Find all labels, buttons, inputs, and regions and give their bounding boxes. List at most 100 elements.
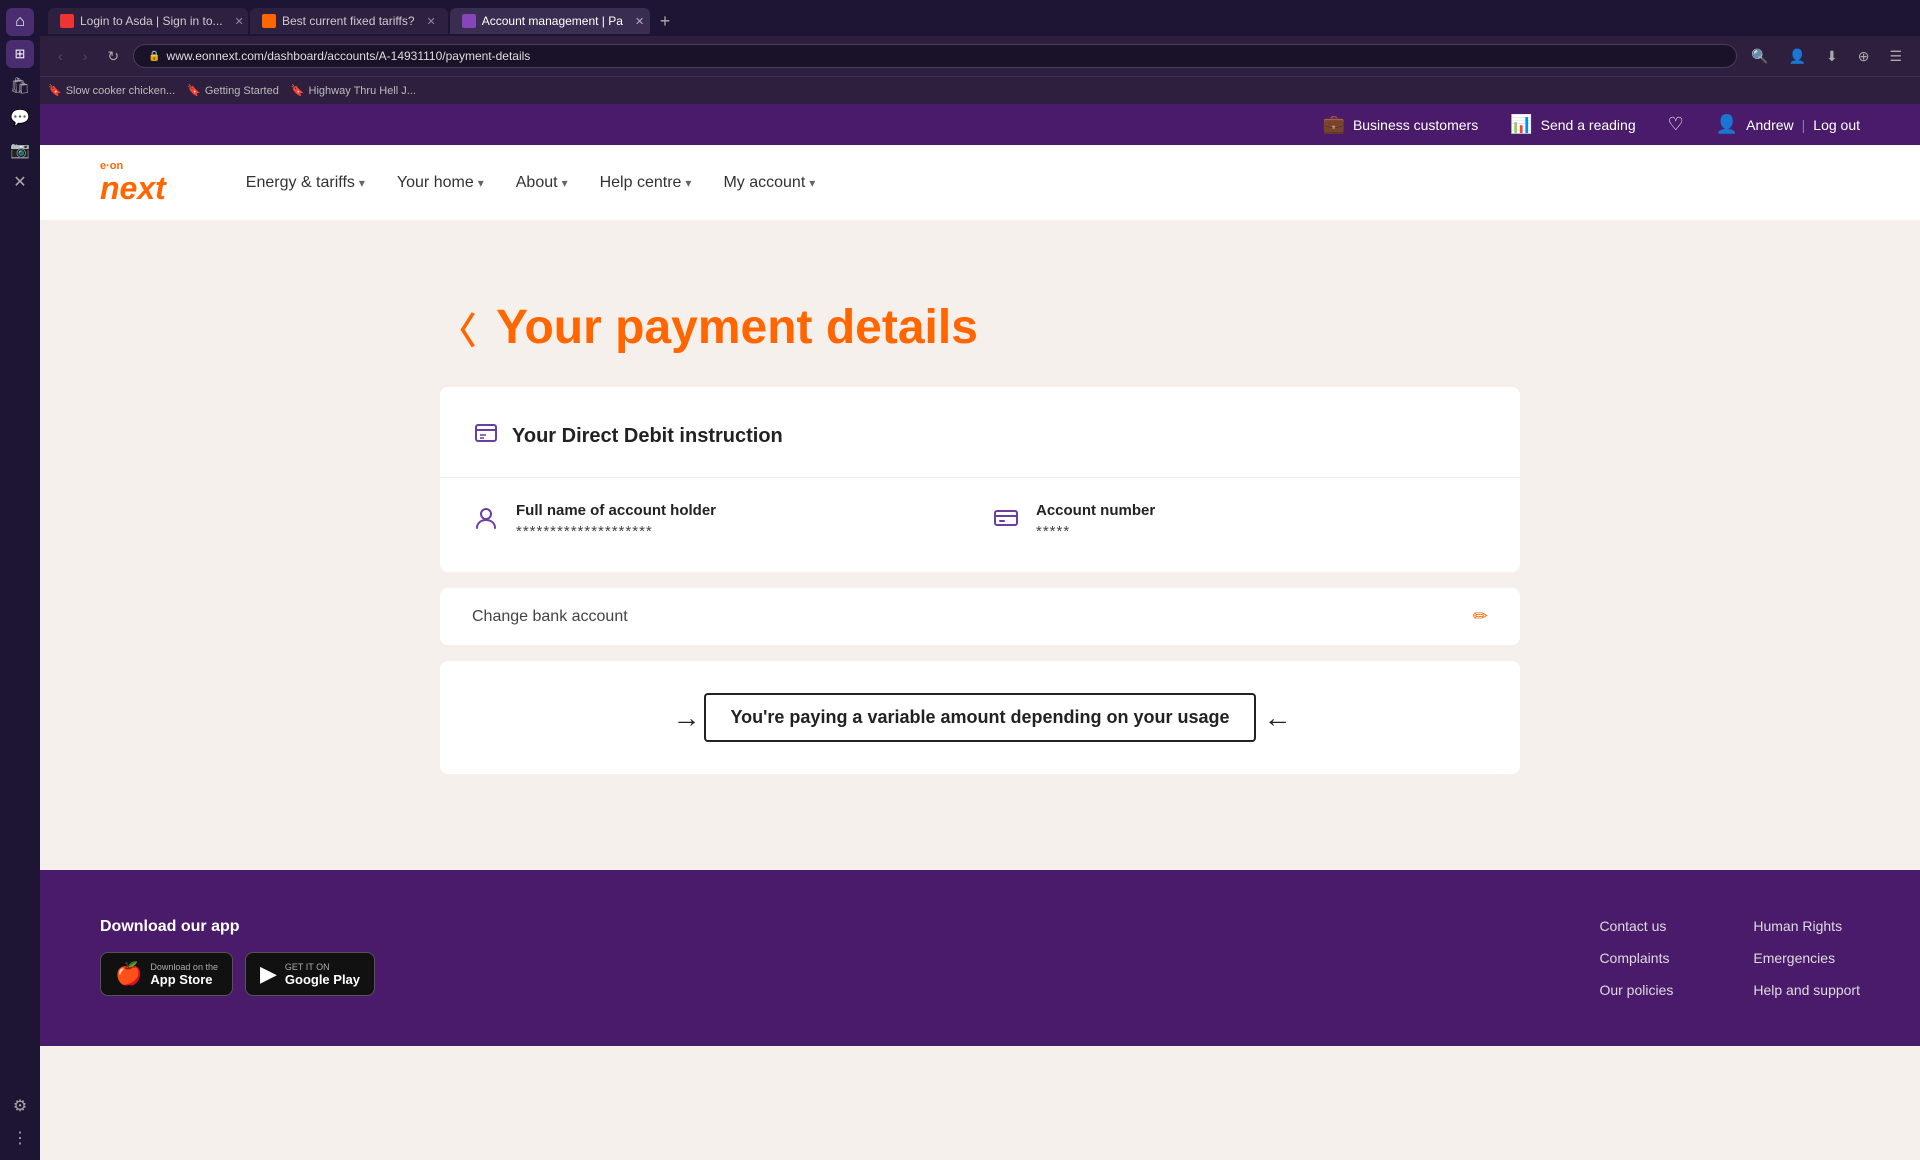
download-button[interactable]: ⬇ [1820, 44, 1844, 69]
page-title: Your payment details [496, 300, 978, 355]
bookmark-label: Highway Thru Hell J... [309, 85, 416, 97]
bookmark-icon: 🔖 [187, 84, 201, 97]
briefcase-icon: 💼 [1323, 114, 1345, 135]
sidebar-settings-icon[interactable]: ⚙ [6, 1092, 34, 1120]
sidebar-more-icon[interactable]: ⋮ [6, 1124, 34, 1152]
nav-my-account[interactable]: My account ▾ [723, 174, 815, 192]
reload-button[interactable]: ↻ [101, 44, 125, 69]
heart-icon: ♡ [1668, 114, 1684, 135]
browser-sidebar: ⌂ ⊞ 🛍 💬 📷 ✕ ⚙ ⋮ [0, 0, 40, 1160]
tab-label: Account management | Pa [482, 14, 623, 28]
browser-chrome: Login to Asda | Sign in to... ✕ Best cur… [40, 0, 1920, 104]
footer-col-2: Human Rights Emergencies Help and suppor… [1753, 918, 1860, 998]
back-button[interactable]: 〈 [440, 302, 476, 354]
business-customers-link[interactable]: 💼 Business customers [1323, 114, 1479, 135]
app-store-label: Download on the [150, 962, 218, 972]
sidebar-instagram-icon[interactable]: 📷 [6, 136, 34, 164]
sidebar-home-icon[interactable]: ⌂ [6, 8, 34, 36]
footer-emergencies-link[interactable]: Emergencies [1753, 950, 1860, 966]
google-play-button[interactable]: ▶ GET IT ON Google Play [245, 952, 375, 996]
arrow-left-icon: → [672, 702, 696, 734]
nav-energy-tariffs[interactable]: Energy & tariffs ▾ [246, 174, 365, 192]
nav-help-label: Help centre [600, 174, 682, 192]
footer: Download our app 🍎 Download on the App S… [40, 870, 1920, 1046]
tab-asda[interactable]: Login to Asda | Sign in to... ✕ [48, 8, 248, 34]
address-bar[interactable]: 🔒 www.eonnext.com/dashboard/accounts/A-1… [133, 44, 1737, 68]
user-name: Andrew [1746, 117, 1793, 133]
app-store-name: App Store [150, 972, 218, 987]
variable-payment-text: You're paying a variable amount dependin… [730, 707, 1229, 727]
extensions-button[interactable]: ⊕ [1852, 44, 1876, 69]
footer-col-1: Contact us Complaints Our policies [1599, 918, 1673, 998]
chevron-down-icon: ▾ [809, 176, 815, 190]
account-holder-label: Full name of account holder [516, 502, 716, 519]
footer-complaints-link[interactable]: Complaints [1599, 950, 1673, 966]
bookmark-slow-cooker[interactable]: 🔖 Slow cooker chicken... [48, 84, 175, 97]
nav-about[interactable]: About ▾ [516, 174, 568, 192]
new-tab-button[interactable]: + [652, 11, 679, 32]
forward-button[interactable]: › [77, 44, 94, 68]
heart-link[interactable]: ♡ [1668, 114, 1684, 135]
tab-account[interactable]: Account management | Pa ✕ [450, 8, 650, 34]
tab-favicon [462, 14, 476, 28]
sidebar-messenger-icon[interactable]: 💬 [6, 104, 34, 132]
tab-favicon [60, 14, 74, 28]
card-icon [992, 504, 1020, 538]
download-app-title: Download our app [100, 918, 375, 936]
google-play-label: GET IT ON [285, 962, 360, 972]
tab-close-icon[interactable]: ✕ [235, 15, 244, 28]
apple-icon: 🍎 [115, 961, 142, 987]
account-number-value: ***** [1036, 523, 1155, 540]
account-holder-item: Full name of account holder ************… [472, 502, 968, 540]
profile-button[interactable]: 👤 [1783, 44, 1812, 69]
sidebar-shop-icon[interactable]: 🛍 [6, 72, 34, 100]
search-button[interactable]: 🔍 [1745, 44, 1774, 69]
chevron-down-icon: ▾ [359, 176, 365, 190]
account-holder-value: ******************** [516, 523, 716, 540]
tab-close-icon[interactable]: ✕ [427, 15, 436, 28]
app-buttons: 🍎 Download on the App Store ▶ GET IT ON … [100, 952, 375, 996]
page-header: 〈 Your payment details [440, 300, 1520, 355]
card-title: Your Direct Debit instruction [472, 419, 1488, 453]
eon-next-logo[interactable]: e·on next [100, 161, 166, 204]
user-icon: 👤 [1716, 114, 1738, 135]
tab-tariffs[interactable]: Best current fixed tariffs? ✕ [250, 8, 448, 34]
send-reading-link[interactable]: 📊 Send a reading [1510, 114, 1635, 135]
nav-help-centre[interactable]: Help centre ▾ [600, 174, 692, 192]
bookmark-getting-started[interactable]: 🔖 Getting Started [187, 84, 279, 97]
nav-about-label: About [516, 174, 558, 192]
footer-help-support-link[interactable]: Help and support [1753, 982, 1860, 998]
app-store-button[interactable]: 🍎 Download on the App Store [100, 952, 233, 996]
bookmark-label: Slow cooker chicken... [66, 85, 175, 97]
menu-button[interactable]: ☰ [1883, 44, 1908, 69]
footer-contact-link[interactable]: Contact us [1599, 918, 1673, 934]
tab-label: Login to Asda | Sign in to... [80, 14, 223, 28]
meter-icon: 📊 [1510, 114, 1532, 135]
direct-debit-title: Your Direct Debit instruction [512, 425, 783, 448]
footer-policies-link[interactable]: Our policies [1599, 982, 1673, 998]
user-menu[interactable]: 👤 Andrew | Log out [1716, 114, 1860, 135]
send-reading-label: Send a reading [1541, 117, 1636, 133]
log-out-link[interactable]: Log out [1813, 117, 1860, 133]
chevron-down-icon: ▾ [685, 176, 691, 190]
variable-payment-card: → You're paying a variable amount depend… [440, 661, 1520, 774]
footer-human-rights-link[interactable]: Human Rights [1753, 918, 1860, 934]
nav-menu: Energy & tariffs ▾ Your home ▾ About ▾ H… [246, 174, 816, 192]
browser-tab-bar: Login to Asda | Sign in to... ✕ Best cur… [40, 0, 1920, 36]
tab-close-icon[interactable]: ✕ [635, 15, 644, 28]
sidebar-x-icon[interactable]: ✕ [6, 168, 34, 196]
bookmarks-bar: 🔖 Slow cooker chicken... 🔖 Getting Start… [40, 76, 1920, 104]
back-button[interactable]: ‹ [52, 44, 69, 68]
change-bank-account-row[interactable]: Change bank account ✏ [440, 588, 1520, 645]
chevron-down-icon: ▾ [478, 176, 484, 190]
sidebar-apps-icon[interactable]: ⊞ [6, 40, 34, 68]
business-customers-label: Business customers [1353, 117, 1478, 133]
logo-next-text: next [100, 172, 166, 204]
browser-nav-bar: ‹ › ↻ 🔒 www.eonnext.com/dashboard/accoun… [40, 36, 1920, 76]
utility-bar: 💼 Business customers 📊 Send a reading ♡ … [40, 104, 1920, 145]
nav-your-home[interactable]: Your home ▾ [397, 174, 484, 192]
card-divider [440, 477, 1520, 478]
bookmark-highway[interactable]: 🔖 Highway Thru Hell J... [291, 84, 416, 97]
bookmark-icon: 🔖 [291, 84, 305, 97]
nav-energy-label: Energy & tariffs [246, 174, 355, 192]
